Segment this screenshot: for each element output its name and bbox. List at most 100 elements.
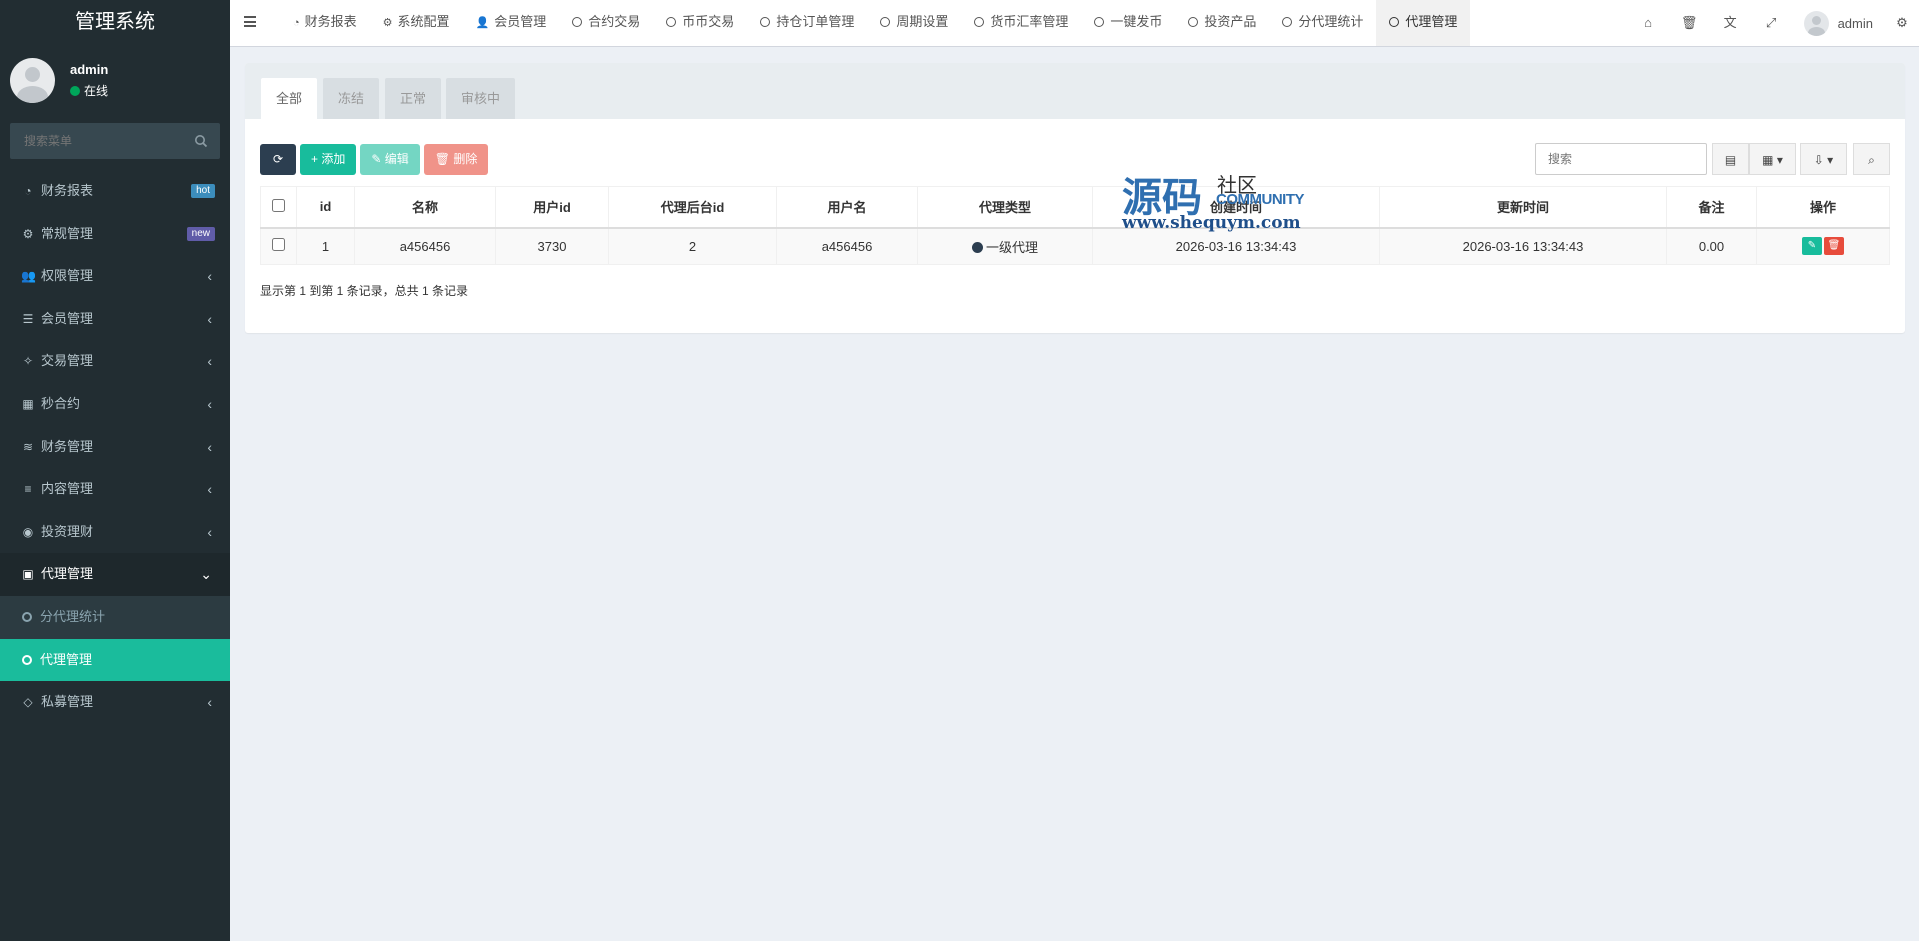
nav-tab-7[interactable]: 货币汇率管理 (961, 0, 1081, 46)
user-name: admin (70, 62, 109, 77)
col-remark[interactable]: 备注 (1666, 186, 1757, 229)
circle-o-icon (22, 611, 32, 622)
cell-agent-admin-id: 2 (608, 227, 777, 265)
toggle-view-button[interactable]: ▤ (1712, 143, 1749, 175)
nav-tab-10[interactable]: 分代理统计 (1269, 0, 1376, 46)
nav-tab-label: 周期设置 (896, 14, 949, 29)
select-all-checkbox[interactable] (272, 198, 285, 212)
sidebar-item-1[interactable]: ⚙ 常规管理 new (0, 213, 230, 256)
tab-normal[interactable]: 正常 (385, 78, 442, 119)
tab-frozen[interactable]: 冻结 (323, 78, 380, 119)
table-search (1535, 143, 1707, 175)
dashboard-icon: ◔ (24, 184, 32, 198)
row-edit-button[interactable]: ✎ (1802, 237, 1822, 256)
diamond-icon: ◇ (23, 695, 33, 710)
circle-o-icon (974, 17, 985, 27)
nav-tab-6[interactable]: 周期设置 (867, 0, 961, 46)
topbar: ◔ 财务报表 ⚙ 系统配置 👤 会员管理 合约交易 币币交易 持仓订单管理 周期设置 货币汇率管理 一… (230, 0, 1919, 47)
circle-o-icon (760, 17, 771, 27)
gears-icon[interactable]: ⚙ (1885, 0, 1919, 46)
sidebar-item-6[interactable]: ≋ 财务管理 ‹ (0, 426, 230, 469)
col-updated-time[interactable]: 更新时间 (1379, 186, 1667, 229)
col-name[interactable]: 名称 (354, 186, 496, 229)
trash-icon: 🗑 (434, 152, 454, 166)
col-user-id[interactable]: 用户id (495, 186, 609, 229)
cell-username: a456456 (776, 227, 918, 265)
col-username[interactable]: 用户名 (776, 186, 918, 229)
table-row[interactable]: 1 a456456 3730 2 a456456 一级代理 2026-03-16… (260, 227, 1890, 265)
sidebar-item-label: 权限管理 (41, 268, 94, 284)
nav-tab-8[interactable]: 一键发币 (1081, 0, 1175, 46)
nav-tab-3[interactable]: 合约交易 (559, 0, 653, 46)
nav-tab-0[interactable]: ◔ 财务报表 (280, 0, 370, 46)
nav-tab-label: 一键发币 (1110, 14, 1163, 29)
nav-tab-label: 分代理统计 (1298, 14, 1364, 29)
col-agent-admin-id[interactable]: 代理后台id (608, 186, 777, 229)
calendar-icon: ▦ (22, 396, 34, 411)
nav-tab-label: 财务报表 (304, 14, 357, 29)
menu-toggle-icon[interactable] (244, 16, 256, 27)
chevron-left-icon: ‹ (207, 395, 212, 412)
export-button[interactable]: ⇩ ▾ (1800, 143, 1847, 175)
nav-tab-5[interactable]: 持仓订单管理 (747, 0, 867, 46)
sidebar-item-12[interactable]: ◇ 私募管理 ‹ (0, 681, 230, 724)
nav-tab-label: 持仓订单管理 (776, 14, 855, 29)
tab-icon: ⚙ (382, 17, 393, 29)
sidebar-item-3[interactable]: ☰ 会员管理 ‹ (0, 298, 230, 341)
sidebar-item-9[interactable]: ▣ 代理管理 ⌄ (0, 553, 230, 596)
nav-tab-4[interactable]: 币币交易 (653, 0, 747, 46)
fullscreen-icon[interactable]: ⤢ (1751, 0, 1792, 46)
nav-tab-1[interactable]: ⚙ 系统配置 (370, 0, 463, 46)
table-search-input[interactable] (1536, 144, 1706, 174)
add-button[interactable]: + 添加 (300, 144, 357, 175)
topbar-user[interactable]: admin (1792, 0, 1885, 46)
nav-tab-9[interactable]: 投资产品 (1175, 0, 1269, 46)
user-status: 在线 (70, 82, 108, 99)
trash-icon: 🗑 (1827, 240, 1841, 252)
sidebar-item-5[interactable]: ▦ 秒合约 ‹ (0, 383, 230, 426)
col-created-time[interactable]: 创建时间 (1092, 186, 1380, 229)
col-actions: 操作 (1756, 186, 1890, 229)
sidebar-item-label: 会员管理 (41, 310, 94, 326)
nav-tab-label: 币币交易 (682, 14, 735, 29)
sidebar-search-input[interactable] (10, 123, 190, 159)
sidebar-item-4[interactable]: ✧ 交易管理 ‹ (0, 340, 230, 383)
circle-o-icon (22, 654, 32, 665)
tab-reviewing[interactable]: 审核中 (446, 78, 516, 119)
sidebar-item-7[interactable]: ≡ 内容管理 ‹ (0, 468, 230, 511)
chevron-left-icon: ‹ (207, 523, 212, 540)
nav-tab-11[interactable]: 代理管理 (1376, 0, 1471, 46)
avatar (10, 58, 55, 103)
sidebar-item-8[interactable]: ◉ 投资理财 ‹ (0, 511, 230, 554)
circle-o-icon (880, 17, 891, 27)
edit-button[interactable]: ✎ 编辑 (360, 144, 420, 175)
sidebar-item-label: 代理管理 (40, 651, 93, 667)
trash-icon[interactable]: 🗑 (1669, 0, 1710, 46)
columns-button[interactable]: ▦ ▾ (1749, 143, 1796, 175)
language-icon[interactable]: 文 (1710, 0, 1751, 46)
tab-all[interactable]: 全部 (261, 78, 318, 119)
row-checkbox[interactable] (272, 238, 285, 252)
home-icon[interactable]: ⌂ (1628, 0, 1669, 46)
chevron-left-icon: ‹ (207, 481, 212, 498)
sidebar-item-2[interactable]: 👥 权限管理 ‹ (0, 255, 230, 298)
plus-icon: + (311, 152, 322, 166)
advanced-search-button[interactable]: ⌕ (1853, 143, 1890, 175)
sidebar-item-label: 财务管理 (41, 438, 94, 454)
sidebar-item-10[interactable]: 分代理统计 (0, 595, 230, 639)
refresh-button[interactable]: ⟳ (260, 144, 296, 175)
col-agent-type[interactable]: 代理类型 (917, 186, 1093, 229)
nav-tab-2[interactable]: 👤 会员管理 (463, 0, 560, 46)
col-id[interactable]: id (296, 186, 355, 229)
sidebar-item-0[interactable]: ◔ 财务报表 hot (0, 170, 230, 213)
search-icon[interactable] (194, 134, 208, 148)
nav-tab-label: 代理管理 (1405, 14, 1458, 29)
filter-tabs: 全部 冻结 正常 审核中 (245, 63, 1905, 119)
row-delete-button[interactable]: 🗑 (1824, 237, 1844, 256)
sidebar-item-11[interactable]: 代理管理 (0, 638, 230, 682)
search-icon: ⌕ (1868, 153, 1875, 167)
nav-tabs: ◔ 财务报表 ⚙ 系统配置 👤 会员管理 合约交易 币币交易 持仓订单管理 周期设置 货币汇率管理 一… (280, 0, 1471, 46)
delete-button[interactable]: 🗑 删除 (423, 144, 489, 175)
group-icon: 👥 (21, 269, 36, 284)
data-table: id 名称 用户id 代理后台id 用户名 代理类型 创建时间 更新时间 备注 … (260, 186, 1890, 265)
